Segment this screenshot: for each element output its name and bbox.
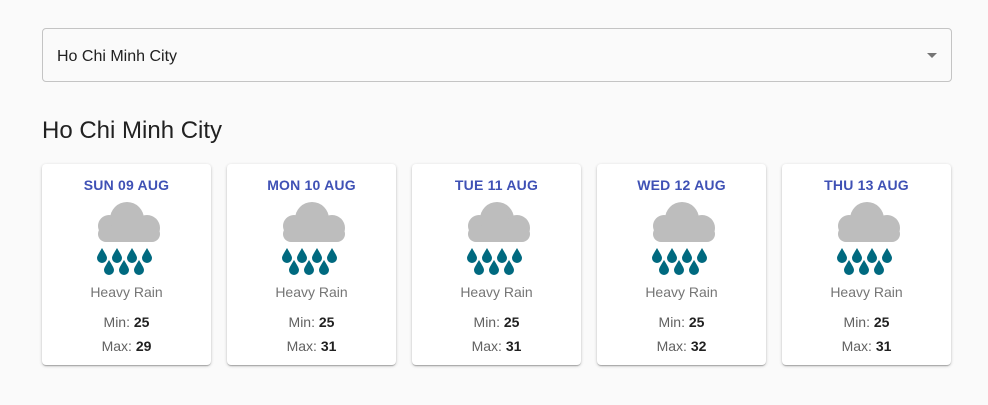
max-label: Max:	[471, 338, 502, 354]
heavy-rain-icon	[282, 202, 345, 275]
max-label: Max:	[101, 338, 132, 354]
forecast-max: Max: 31	[227, 338, 396, 354]
forecast-list: SUN 09 AUG Heavy Rain Min: 25 Max: 29 MO…	[42, 164, 951, 365]
min-label: Min:	[843, 314, 870, 330]
min-label: Min:	[658, 314, 685, 330]
forecast-card: MON 10 AUG Heavy Rain Min: 25 Max: 31	[227, 164, 396, 365]
max-value: 32	[690, 338, 707, 354]
min-value: 25	[503, 314, 520, 330]
forecast-card: THU 13 AUG Heavy Rain Min: 25 Max: 31	[782, 164, 951, 365]
forecast-day: WED 12 AUG	[637, 177, 726, 193]
max-value: 31	[875, 338, 892, 354]
min-label: Min:	[103, 314, 130, 330]
forecast-day: THU 13 AUG	[824, 177, 909, 193]
city-select-value: Ho Chi Minh City	[57, 48, 178, 65]
dropdown-arrow-icon[interactable]	[927, 53, 937, 58]
min-value: 25	[133, 314, 150, 330]
forecast-condition: Heavy Rain	[645, 284, 718, 300]
min-label: Min:	[473, 314, 500, 330]
max-label: Max:	[286, 338, 317, 354]
forecast-day: TUE 11 AUG	[454, 177, 539, 193]
forecast-max: Max: 31	[782, 338, 951, 354]
max-label: Max:	[841, 338, 872, 354]
min-label: Min:	[288, 314, 315, 330]
forecast-max: Max: 31	[412, 338, 581, 354]
min-value: 25	[873, 314, 890, 330]
heavy-rain-icon	[652, 202, 715, 275]
forecast-card: WED 12 AUG Heavy Rain Min: 25 Max: 32	[597, 164, 766, 365]
max-label: Max:	[656, 338, 687, 354]
city-select[interactable]: Ho Chi Minh City	[42, 28, 952, 82]
forecast-max: Max: 29	[42, 338, 211, 354]
forecast-min: Min: 25	[782, 314, 951, 330]
heavy-rain-icon	[837, 202, 900, 275]
forecast-max: Max: 32	[597, 338, 766, 354]
max-value: 29	[135, 338, 152, 354]
max-value: 31	[320, 338, 337, 354]
forecast-min: Min: 25	[412, 314, 581, 330]
min-value: 25	[688, 314, 705, 330]
forecast-condition: Heavy Rain	[830, 284, 903, 300]
city-title: Ho Chi Minh City	[42, 117, 223, 144]
forecast-condition: Heavy Rain	[90, 284, 163, 300]
forecast-condition: Heavy Rain	[275, 284, 348, 300]
forecast-day: SUN 09 AUG	[83, 177, 170, 193]
heavy-rain-icon	[97, 202, 160, 275]
forecast-condition: Heavy Rain	[460, 284, 533, 300]
forecast-min: Min: 25	[597, 314, 766, 330]
forecast-min: Min: 25	[227, 314, 396, 330]
max-value: 31	[505, 338, 522, 354]
forecast-card: TUE 11 AUG Heavy Rain Min: 25 Max: 31	[412, 164, 581, 365]
min-value: 25	[318, 314, 335, 330]
forecast-day: MON 10 AUG	[267, 177, 356, 193]
forecast-card: SUN 09 AUG Heavy Rain Min: 25 Max: 29	[42, 164, 211, 365]
heavy-rain-icon	[467, 202, 530, 275]
forecast-min: Min: 25	[42, 314, 211, 330]
